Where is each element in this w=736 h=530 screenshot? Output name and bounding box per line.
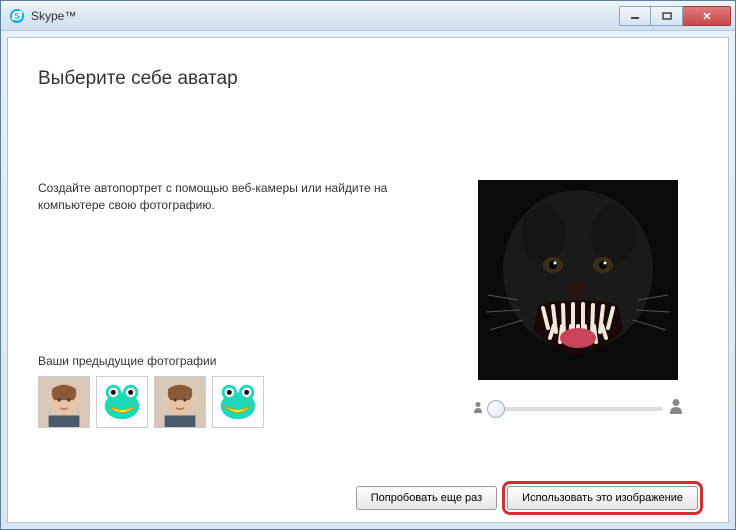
titlebar: S Skype™	[1, 1, 735, 31]
use-image-button[interactable]: Использовать это изображение	[507, 486, 698, 510]
instruction-text: Создайте автопортрет с помощью веб-камер…	[38, 180, 418, 214]
previous-photos-label: Ваши предыдущие фотографии	[38, 354, 418, 368]
avatar-preview	[478, 180, 678, 380]
svg-text:S: S	[14, 12, 20, 21]
app-window: S Skype™ Выберите себе аватар Создайте а…	[0, 0, 736, 530]
maximize-button[interactable]	[651, 6, 683, 26]
skype-icon: S	[9, 8, 25, 24]
minimize-button[interactable]	[619, 6, 651, 26]
footer-buttons: Попробовать еще раз Использовать это изо…	[38, 472, 698, 510]
page-title: Выберите себе аватар	[38, 68, 698, 90]
window-title: Skype™	[31, 9, 619, 23]
retry-button[interactable]: Попробовать еще раз	[356, 486, 497, 510]
content-area: Выберите себе аватар Создайте автопортре…	[7, 37, 729, 523]
zoom-slider-thumb[interactable]	[487, 400, 505, 418]
close-button[interactable]	[683, 6, 731, 26]
left-column: Создайте автопортрет с помощью веб-камер…	[38, 180, 458, 472]
main-row: Создайте автопортрет с помощью веб-камер…	[38, 180, 698, 472]
zoom-out-icon	[473, 401, 483, 416]
right-column	[458, 180, 698, 472]
previous-thumbnails	[38, 376, 418, 428]
previous-thumbnail[interactable]	[154, 376, 206, 428]
previous-thumbnail[interactable]	[38, 376, 90, 428]
zoom-slider-row	[473, 398, 683, 419]
zoom-slider[interactable]	[489, 407, 663, 411]
zoom-in-icon	[669, 398, 683, 419]
previous-thumbnail[interactable]	[96, 376, 148, 428]
previous-thumbnail[interactable]	[212, 376, 264, 428]
window-controls	[619, 6, 731, 26]
